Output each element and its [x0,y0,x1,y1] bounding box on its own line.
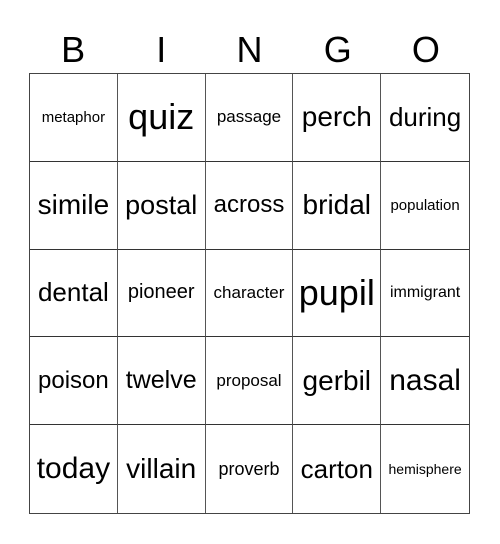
bingo-cell[interactable]: twelve [117,337,206,426]
bingo-grid: metaphor quiz passage perch during simil… [29,73,470,514]
bingo-cell[interactable]: passage [205,74,294,162]
bingo-cell[interactable]: character [205,249,294,338]
bingo-header: B I N G O [29,28,470,72]
bingo-cell[interactable]: quiz [117,74,206,162]
bingo-cell[interactable]: simile [30,161,118,250]
bingo-cell[interactable]: hemisphere [381,425,469,513]
bingo-cell[interactable]: carton [293,425,382,513]
bingo-cell[interactable]: poison [30,337,118,426]
bingo-cell[interactable]: bridal [293,161,382,250]
bingo-cell[interactable]: gerbil [293,337,382,426]
bingo-cell[interactable]: pioneer [117,249,206,338]
header-letter-g: G [323,29,352,70]
bingo-cell[interactable]: during [381,74,469,162]
bingo-cell[interactable]: across [205,161,294,250]
bingo-cell[interactable]: proverb [206,425,294,513]
header-letter-n: N [236,29,263,70]
bingo-cell[interactable]: villain [118,425,206,513]
bingo-cell[interactable]: nasal [381,337,469,426]
bingo-cell[interactable]: immigrant [381,250,469,338]
bingo-cell[interactable]: today [30,425,118,513]
bingo-cell[interactable]: population [381,162,469,250]
bingo-cell[interactable]: dental [30,249,118,338]
bingo-cell[interactable]: perch [293,74,382,162]
header-letter-o: O [411,29,440,70]
header-letter-b: B [61,29,86,70]
bingo-cell[interactable]: metaphor [30,74,118,162]
header-letter-i: I [156,29,167,70]
bingo-cell[interactable]: proposal [205,337,294,426]
bingo-cell[interactable]: postal [117,161,206,250]
bingo-cell[interactable]: pupil [293,249,382,338]
